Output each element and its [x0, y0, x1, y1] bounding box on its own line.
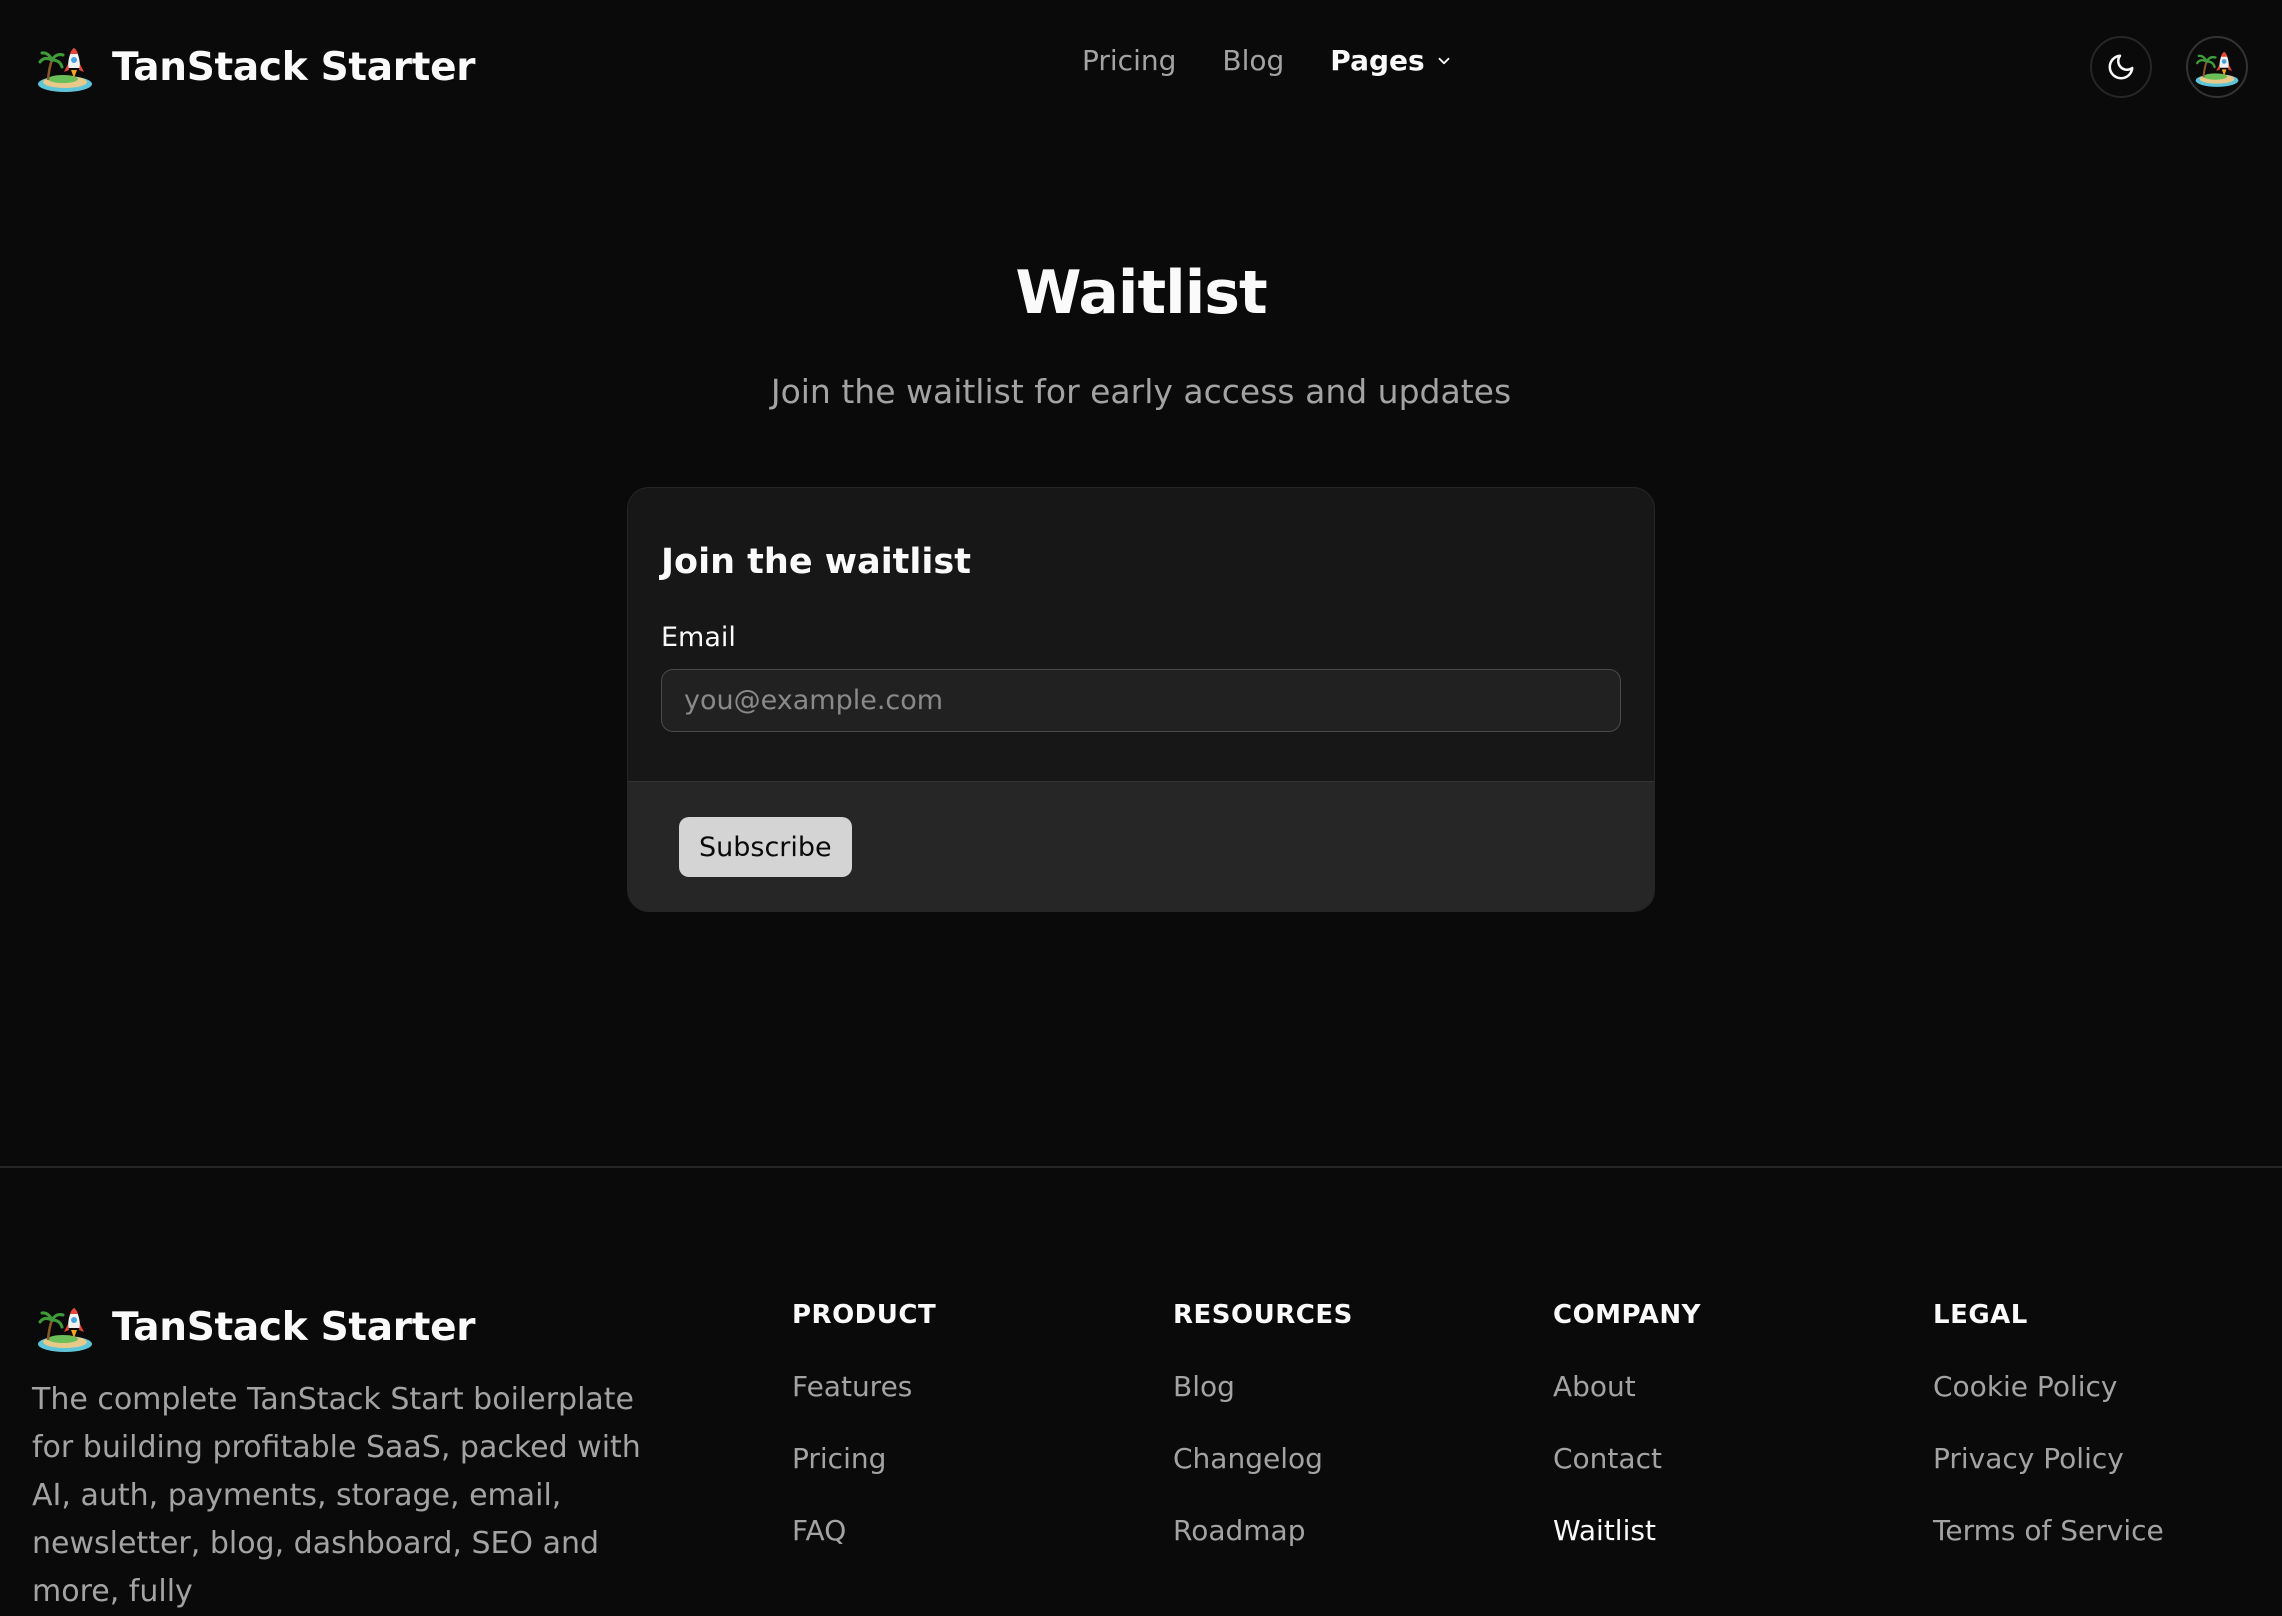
page-title: Waitlist [1015, 258, 1267, 328]
email-input[interactable] [661, 669, 1621, 732]
moon-icon [2108, 54, 2134, 80]
top-header: TanStack Starter Pricing Blog Pages [0, 0, 2282, 136]
footer-column-legal: LEGAL Cookie Policy Privacy Policy Terms… [1933, 1300, 2164, 1584]
footer-link-roadmap[interactable]: Roadmap [1173, 1512, 1353, 1550]
nav-pages-dropdown[interactable]: Pages [1330, 44, 1452, 77]
footer-link-faq[interactable]: FAQ [792, 1512, 936, 1550]
footer-column-company: COMPANY About Contact Waitlist [1553, 1300, 1701, 1584]
footer-divider [0, 1166, 2282, 1168]
footer-column-title: PRODUCT [792, 1300, 937, 1330]
nav-blog[interactable]: Blog [1222, 44, 1284, 77]
footer-link-features[interactable]: Features [792, 1368, 936, 1406]
nav-pages-label: Pages [1330, 44, 1425, 77]
main-nav: Pricing Blog Pages [1082, 44, 1453, 77]
footer-link-cookie-policy[interactable]: Cookie Policy [1933, 1368, 2164, 1406]
brand-name: TanStack Starter [112, 44, 476, 90]
page-subtitle: Join the waitlist for early access and u… [770, 372, 1512, 411]
footer-column-title: LEGAL [1933, 1300, 2028, 1330]
island-rocket-icon [36, 40, 94, 94]
footer-link-privacy-policy[interactable]: Privacy Policy [1933, 1440, 2164, 1478]
brand-link[interactable]: TanStack Starter [36, 40, 475, 94]
footer-link-blog[interactable]: Blog [1173, 1368, 1353, 1406]
avatar-island-icon [2194, 42, 2240, 92]
subscribe-button[interactable]: Subscribe [679, 817, 852, 877]
card-footer: Subscribe [628, 781, 1654, 911]
footer-column-resources: RESOURCES Blog Changelog Roadmap [1173, 1300, 1353, 1584]
footer-column-product: PRODUCT Features Pricing FAQ [792, 1300, 936, 1584]
footer-link-waitlist[interactable]: Waitlist [1553, 1512, 1701, 1550]
theme-toggle-button[interactable] [2090, 36, 2152, 98]
footer-link-pricing[interactable]: Pricing [792, 1440, 936, 1478]
footer-description: The complete TanStack Start boilerplate … [32, 1382, 641, 1609]
nav-pricing[interactable]: Pricing [1082, 44, 1176, 77]
card-title: Join the waitlist [661, 542, 971, 582]
footer-link-contact[interactable]: Contact [1553, 1440, 1701, 1478]
footer-link-terms-of-service[interactable]: Terms of Service [1933, 1512, 2164, 1550]
footer-brand-link[interactable]: TanStack Starter [36, 1300, 475, 1354]
chevron-down-icon [1438, 57, 1450, 64]
email-label: Email [661, 622, 736, 653]
footer-column-title: RESOURCES [1173, 1300, 1353, 1330]
footer-column-title: COMPANY [1553, 1300, 1701, 1330]
waitlist-card: Join the waitlist Email Subscribe [627, 487, 1655, 912]
footer-link-changelog[interactable]: Changelog [1173, 1440, 1353, 1478]
footer-link-about[interactable]: About [1553, 1368, 1701, 1406]
user-avatar-button[interactable] [2186, 36, 2248, 98]
island-rocket-icon [36, 1300, 94, 1354]
footer-brand-name: TanStack Starter [112, 1304, 476, 1350]
